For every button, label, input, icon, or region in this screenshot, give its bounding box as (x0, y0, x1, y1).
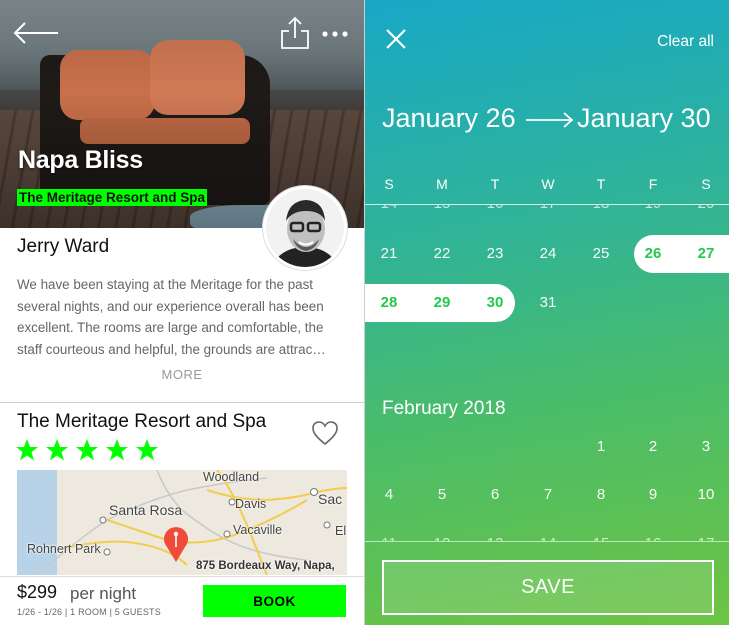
calendar-day[interactable]: 14 (369, 205, 409, 212)
more-link[interactable]: MORE (0, 367, 364, 382)
save-button[interactable]: SAVE (382, 560, 714, 615)
booking-details: 1/26 - 1/26 | 1 ROOM | 5 GUESTS (17, 607, 161, 617)
calendar-day[interactable]: 3 (686, 438, 726, 455)
calendar-day[interactable]: 25 (581, 245, 621, 262)
resort-name: The Meritage Resort and Spa (17, 411, 267, 432)
map-label: Davis (235, 497, 267, 511)
weekday-label: S (701, 176, 711, 192)
range-end: January 30 (577, 103, 711, 133)
map-label: Sac (318, 491, 343, 507)
range-start: January 26 (382, 103, 516, 133)
calendar-day[interactable]: 30 (475, 294, 515, 311)
heart-icon[interactable] (311, 420, 339, 446)
star-rating (15, 438, 159, 464)
calendar-day[interactable]: 21 (369, 245, 409, 262)
calendar-day[interactable]: 10 (686, 486, 726, 503)
weekday-label: T (596, 176, 606, 192)
divider (0, 402, 364, 403)
calendar-day[interactable]: 27 (686, 245, 726, 262)
star-icon (136, 439, 158, 461)
date-picker-panel: Clear all January 26 January 30 SMTWTFS … (365, 0, 729, 625)
clear-all-button[interactable]: Clear all (657, 33, 714, 51)
map-label: Woodland (203, 470, 260, 484)
reviewer-avatar (263, 186, 347, 270)
map-label: Rohnert Park (27, 542, 101, 556)
calendar-day[interactable]: 2 (633, 438, 673, 455)
calendar-day[interactable]: 19 (633, 205, 673, 212)
calendar-bottom-rule (365, 541, 729, 542)
star-icon (76, 439, 98, 461)
calendar-day[interactable]: 23 (475, 245, 515, 262)
calendar-day[interactable]: 28 (369, 294, 409, 311)
star-icon (46, 439, 68, 461)
map-label: El (335, 524, 347, 538)
calendar-day[interactable]: 22 (422, 245, 462, 262)
weekday-label: S (384, 176, 394, 192)
share-icon[interactable] (280, 16, 310, 50)
calendar-day[interactable]: 29 (422, 294, 462, 311)
arrow-right-icon (526, 112, 574, 128)
calendar-day[interactable]: 4 (369, 486, 409, 503)
map-label: Santa Rosa (109, 502, 183, 518)
calendar-day[interactable]: 7 (528, 486, 568, 503)
review-text: We have been staying at the Meritage for… (17, 277, 326, 357)
star-icon (106, 439, 128, 461)
weekday-label: T (490, 176, 500, 192)
calendar-day[interactable]: 18 (581, 205, 621, 212)
calendar-day[interactable]: 15 (422, 205, 462, 212)
close-icon[interactable] (385, 28, 407, 50)
calendar-day[interactable]: 1 (581, 438, 621, 455)
weekday-label: M (436, 176, 448, 192)
per-night-label: per night (70, 584, 137, 603)
listing-title: Napa Bliss (18, 146, 143, 174)
reviewer-name: Jerry Ward (17, 236, 110, 257)
calendar-day[interactable]: 9 (633, 486, 673, 503)
book-button[interactable]: BOOK (203, 585, 346, 617)
calendar-day[interactable]: 26 (633, 245, 673, 262)
map-address: 875 Bordeaux Way, Napa, (196, 560, 335, 572)
more-icon[interactable] (322, 30, 348, 38)
weekday-label: W (541, 176, 555, 192)
calendar-day[interactable]: 20 (686, 205, 726, 212)
back-arrow-icon[interactable] (12, 20, 60, 46)
calendar-day[interactable]: 24 (528, 245, 568, 262)
price: $299 (17, 582, 58, 602)
calendar-day[interactable]: 17 (528, 205, 568, 212)
calendar-scroll[interactable]: 141516171819202122232425262728293031 Feb… (365, 205, 729, 541)
star-icon (16, 439, 38, 461)
listing-subtitle: The Meritage Resort and Spa (17, 189, 208, 206)
listing-panel: Napa Bliss The Meritage Resort and Spa J… (0, 0, 364, 625)
map-pin-icon (164, 527, 188, 562)
weekday-label: F (648, 176, 658, 192)
calendar-day[interactable]: 6 (475, 486, 515, 503)
calendar-day[interactable]: 5 (422, 486, 462, 503)
map-label: Vacaville (233, 523, 283, 537)
calendar-day[interactable]: 8 (581, 486, 621, 503)
calendar-day[interactable]: 16 (475, 205, 515, 212)
month-title: February 2018 (382, 398, 506, 419)
calendar-day[interactable]: 31 (528, 294, 568, 311)
